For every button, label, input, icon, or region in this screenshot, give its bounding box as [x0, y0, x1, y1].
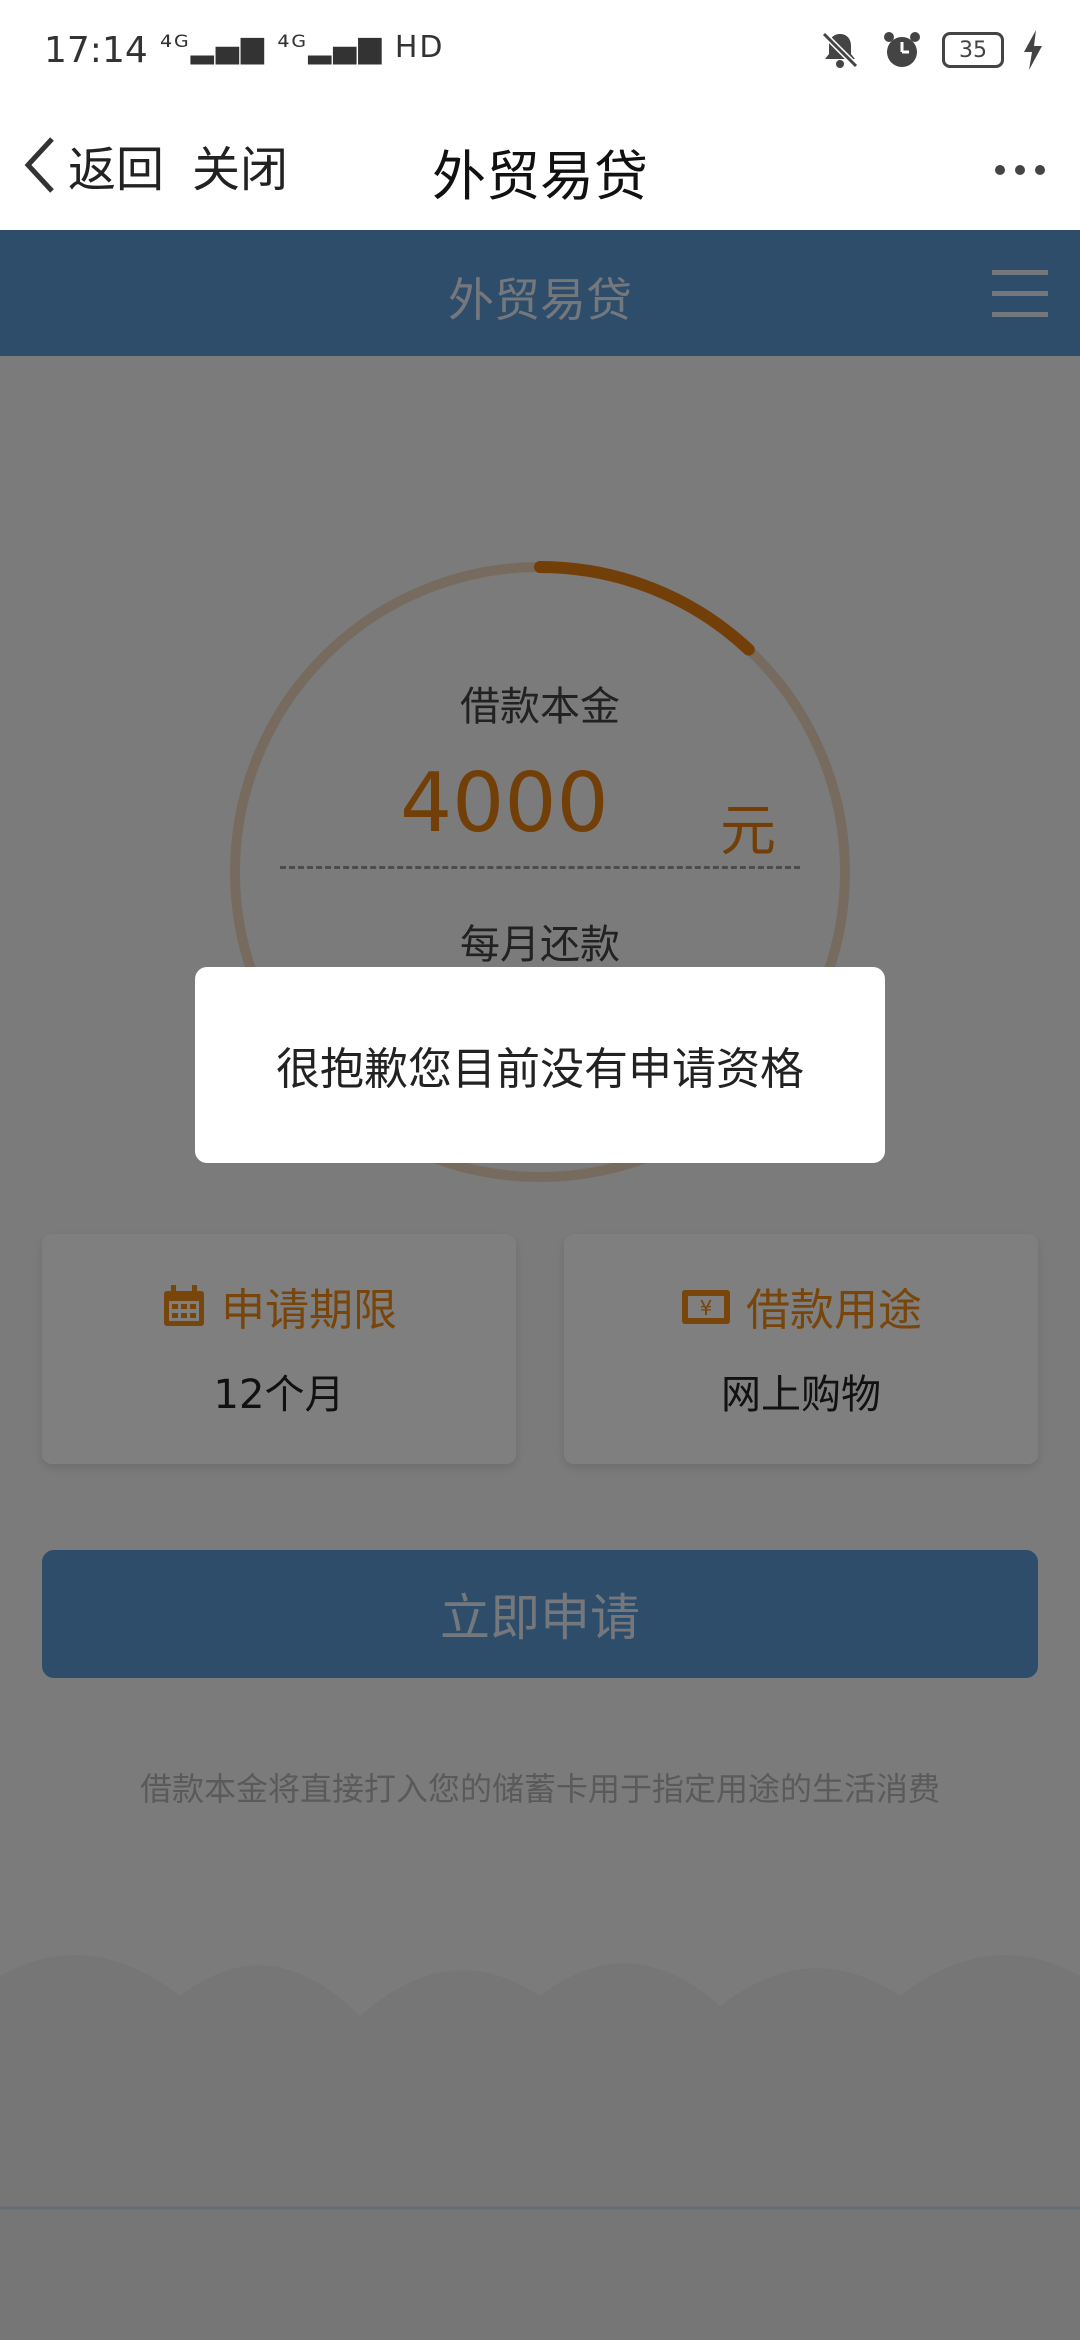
page-title: 外贸易贷	[432, 145, 648, 208]
dialog-message: 很抱歉您目前没有申请资格	[276, 1044, 804, 1095]
titlebar: 返回 关闭 外贸易贷	[0, 110, 1080, 230]
charging-icon	[1022, 30, 1044, 70]
status-icons: 35	[818, 28, 1044, 72]
more-dots-icon[interactable]	[990, 140, 1050, 200]
modal-overlay[interactable]	[0, 230, 1080, 2340]
alert-dialog: 很抱歉您目前没有申请资格	[195, 967, 885, 1163]
alarm-icon	[880, 28, 924, 72]
status-bar: 17:14 ⁴ᴳ▂▄▆ ⁴ᴳ▂▄▆ HD 35	[0, 0, 1080, 110]
signal-indicator: ⁴ᴳ▂▄▆ ⁴ᴳ▂▄▆ HD	[160, 30, 445, 65]
mute-icon	[818, 28, 862, 72]
status-time: 17:14	[44, 30, 148, 71]
battery-icon: 35	[942, 32, 1004, 68]
